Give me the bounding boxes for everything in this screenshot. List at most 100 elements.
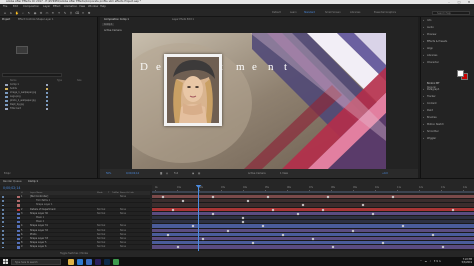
exposure-value[interactable]: +0.0 (382, 169, 388, 178)
label-color-swatch[interactable] (17, 229, 20, 232)
expand-arrow-icon[interactable]: ▸ (423, 19, 424, 22)
label-color-swatch[interactable] (17, 233, 20, 236)
label-color-swatch[interactable] (46, 95, 48, 98)
label-color-swatch[interactable] (17, 246, 20, 249)
expand-arrow-icon[interactable]: ▸ (423, 116, 424, 119)
visibility-eye-icon[interactable] (2, 212, 5, 215)
layer-row[interactable]: 9 Shape Layer 6 Normal None (0, 245, 150, 250)
puppet-icon[interactable]: ✺ (87, 11, 91, 15)
keyframe-icon[interactable] (226, 229, 230, 233)
project-item[interactable]: Comp 1 (2, 83, 96, 87)
panel-audio[interactable]: ▸ Audio (423, 26, 434, 29)
panel-content[interactable]: ▸ Content (423, 102, 437, 105)
workspace-learn[interactable]: Learn (290, 11, 297, 15)
transparency-grid-icon[interactable]: ▦ (198, 169, 200, 178)
edge-icon[interactable] (77, 258, 83, 265)
visibility-eye-icon[interactable] (2, 233, 5, 236)
workspace-libraries[interactable]: Libraries (350, 11, 360, 15)
type-icon[interactable]: T (57, 11, 61, 15)
keyframe-icon[interactable] (311, 237, 315, 241)
character-style-dropdown[interactable]: Regular (427, 86, 436, 89)
label-color-swatch[interactable] (17, 221, 20, 224)
tab-project[interactable]: Project (2, 18, 10, 22)
project-item[interactable]: Dept_bg.jpg (2, 103, 96, 107)
rect-mask-icon[interactable]: ▭ (45, 11, 49, 15)
keyframe-icon[interactable] (441, 245, 445, 249)
visibility-eye-icon[interactable] (2, 196, 5, 198)
taskbar-search-input[interactable]: Type here to search (11, 258, 61, 265)
keyframe-icon[interactable] (161, 195, 165, 199)
label-color-swatch[interactable] (17, 196, 20, 199)
project-item[interactable]: Title Card (2, 107, 96, 111)
tab-composition[interactable]: Composition Comp 1 (104, 18, 129, 22)
clone-icon[interactable]: ⚲ (69, 11, 73, 15)
keyframe-icon[interactable] (331, 245, 335, 249)
tab-layer[interactable]: Layer Photo Edit 1 (172, 18, 194, 22)
keyframe-icon[interactable] (321, 208, 325, 212)
visibility-eye-icon[interactable] (2, 217, 5, 219)
keyframe-icon[interactable] (281, 233, 285, 237)
keyframe-icon[interactable] (371, 212, 375, 216)
expand-arrow-icon[interactable]: ▸ (423, 95, 424, 98)
label-color-swatch[interactable] (46, 91, 48, 94)
keyframe-icon[interactable] (241, 216, 245, 220)
visibility-eye-icon[interactable] (2, 242, 5, 245)
bit-depth-button[interactable]: 8 bpc (4, 172, 11, 176)
label-color-swatch[interactable] (46, 87, 48, 90)
panel-tracker[interactable]: ▸ Tracker (423, 95, 436, 98)
label-color-swatch[interactable] (17, 242, 20, 245)
label-color-swatch[interactable] (17, 208, 20, 211)
keyframe-icon[interactable] (401, 224, 405, 228)
comp-breadcrumb[interactable]: Comp 1 (102, 23, 115, 26)
workspace-default[interactable]: Default (272, 11, 281, 15)
panel-preview[interactable]: ▸ Preview (423, 33, 436, 36)
photoshop-icon[interactable] (104, 258, 110, 265)
fill-color-swatch[interactable] (457, 70, 464, 77)
keyframe-icon[interactable] (181, 199, 185, 203)
visibility-eye-icon[interactable] (2, 238, 5, 240)
keyframe-icon[interactable] (271, 208, 275, 212)
keyframe-icon[interactable] (361, 203, 365, 207)
parent-dropdown[interactable]: None (120, 245, 126, 249)
view-layout-dropdown[interactable]: 1 View (280, 169, 288, 178)
viewer-timecode[interactable]: 0;00;02;14 (126, 169, 139, 178)
column-name[interactable]: Name (10, 79, 16, 82)
visibility-eye-icon[interactable] (2, 200, 5, 203)
label-color-swatch[interactable] (17, 217, 20, 220)
keyframe-icon[interactable] (261, 224, 265, 228)
roto-icon[interactable]: ✦ (81, 11, 85, 15)
camera-dropdown[interactable]: Active Camera (248, 169, 266, 178)
expand-arrow-icon[interactable]: ▸ (423, 33, 424, 36)
tab-effect-controls[interactable]: Effect Controls Shape Layer 1 (18, 18, 53, 22)
panel-smoother[interactable]: ▸ Smoother (423, 130, 439, 133)
rotate-icon[interactable]: ↻ (27, 11, 31, 15)
layer-duration-bar[interactable] (152, 245, 474, 250)
expand-arrow-icon[interactable]: ▸ (423, 123, 424, 126)
keyframe-icon[interactable] (211, 212, 215, 216)
keyframe-icon[interactable] (266, 195, 270, 199)
keyframe-icon[interactable] (171, 208, 175, 212)
column-size[interactable]: Size (77, 79, 82, 82)
label-color-swatch[interactable] (17, 212, 20, 215)
pan-icon[interactable]: ✥ (39, 11, 43, 15)
region-of-interest-icon[interactable]: ▣ (192, 169, 194, 178)
panel-brushes[interactable]: ▸ Brushes (423, 116, 437, 119)
expand-arrow-icon[interactable]: ▸ (423, 26, 424, 29)
zoom-icon[interactable]: ⌕ (21, 11, 25, 15)
keyframe-icon[interactable] (451, 208, 455, 212)
resolution-dropdown[interactable]: Full (174, 169, 178, 178)
project-item[interactable]: photo_1_wallpaper.jpg (2, 99, 96, 103)
visibility-eye-icon[interactable] (2, 208, 5, 211)
keyframe-icon[interactable] (326, 195, 330, 199)
expand-arrow-icon[interactable]: ▸ (423, 54, 424, 57)
work-area-bar[interactable] (152, 191, 474, 193)
keyframe-icon[interactable] (176, 245, 180, 249)
keyframe-icon[interactable] (166, 233, 170, 237)
keyframe-icon[interactable] (301, 203, 305, 207)
camera-icon[interactable]: ◉ (33, 11, 37, 15)
visibility-eye-icon[interactable] (2, 204, 5, 207)
label-color-swatch[interactable] (46, 107, 48, 110)
current-time-indicator[interactable] (198, 185, 199, 257)
keyframe-icon[interactable] (246, 199, 250, 203)
character-font-dropdown[interactable]: Bodoni MT (427, 82, 440, 85)
